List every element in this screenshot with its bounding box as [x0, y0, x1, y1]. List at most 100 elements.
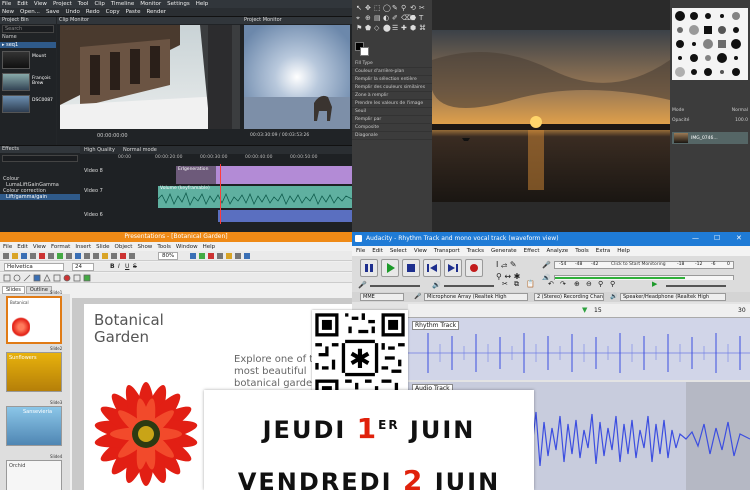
channels-select[interactable]: 2 (Stereo) Recording Chann	[534, 293, 604, 301]
redo-icon[interactable]: ↷	[560, 280, 566, 288]
timeline-ruler[interactable]: ▼ 15 30	[408, 304, 750, 318]
render-button[interactable]: Render	[146, 9, 166, 15]
slide-heading[interactable]: Botanical Garden	[94, 312, 164, 346]
record-meter[interactable]: 🎤 -54 -48 -42 Click to Start Monitoring …	[542, 259, 742, 271]
effect-item-selected[interactable]: Lift/gamma/gain	[0, 194, 80, 200]
zoom-in-icon[interactable]: ⊕	[574, 280, 580, 288]
menu-clip[interactable]: Clip	[94, 1, 104, 7]
timeline-clip[interactable]	[218, 210, 352, 222]
tool-icons-grid[interactable]: ↖ ✥ ⬚ ◯ ✎ ⚲ ⟲ ✂ ⌖ ⊕ ▤ ◐ ✐ ⌫ ⬣ T ⚑ ⬟ ◇ ⬤ ☰ ✚ ⬢ ⌘	[354, 2, 430, 40]
playback-volume-slider[interactable]	[444, 285, 494, 287]
menu-select[interactable]: Select	[390, 248, 407, 254]
tool-option[interactable]: Composite	[352, 124, 432, 132]
tool-option[interactable]: Remplir la sélection entière	[352, 76, 432, 84]
quality-selector[interactable]: High Quality	[84, 147, 115, 153]
project-monitor-video[interactable]	[244, 25, 350, 129]
audio-clip[interactable]: Volume (keyframable)	[158, 186, 352, 208]
menu-slide[interactable]: Slide	[96, 244, 109, 250]
menu-tools[interactable]: Tools	[575, 248, 589, 254]
copy-icon[interactable]: ⧉	[514, 280, 519, 289]
menu-timeline[interactable]: Timeline	[111, 1, 134, 7]
menu-view[interactable]: View	[34, 1, 47, 7]
strikethrough-button[interactable]: S	[133, 263, 137, 270]
host-select[interactable]: MME	[360, 293, 404, 301]
close-icon[interactable]: ✕	[736, 234, 742, 242]
layer-mode-row[interactable]: Mode Normal	[672, 108, 748, 113]
menu-edit[interactable]: Edit	[17, 1, 28, 7]
layer-opacity-row[interactable]: Opacité 100.0	[672, 118, 748, 123]
tool-option[interactable]: Couleur d'arrière-plan	[352, 68, 432, 76]
recording-volume-slider[interactable]	[370, 285, 420, 287]
menu-edit[interactable]: Edit	[17, 244, 28, 250]
fit-project-icon[interactable]: ⚲	[610, 280, 615, 288]
stop-button[interactable]	[402, 259, 420, 277]
play-button[interactable]	[381, 259, 399, 277]
menu-tools[interactable]: Tools	[157, 244, 171, 250]
menu-format[interactable]: Format	[51, 244, 70, 250]
copy-button[interactable]: Copy	[106, 9, 120, 15]
envelope-tool-icon[interactable]: ⥄	[501, 260, 507, 269]
menu-project[interactable]: Project	[53, 1, 72, 7]
tab-outline[interactable]: Outline	[25, 286, 52, 294]
track-label[interactable]: Video 6	[84, 212, 103, 218]
menu-generate[interactable]: Generate	[491, 248, 517, 254]
menu-file[interactable]: File	[3, 244, 12, 250]
skip-end-button[interactable]	[444, 259, 462, 277]
play-at-speed-icon[interactable]: ▶	[652, 280, 657, 288]
tab-slides[interactable]: Slides	[2, 286, 25, 294]
menu-effect[interactable]: Effect	[524, 248, 540, 254]
bin-item[interactable]: Mount	[0, 50, 56, 72]
tool-option[interactable]: Prendre les valeurs de l'image	[352, 100, 432, 108]
skip-start-button[interactable]	[423, 259, 441, 277]
slide-thumbnail[interactable]: Sunflowers	[6, 352, 62, 392]
slide-thumbnail[interactable]: Orchid	[6, 460, 62, 490]
effects-search-input[interactable]	[2, 155, 78, 162]
output-device-select[interactable]: Speaker/Headphone (Realtek High	[620, 293, 726, 301]
timeline-clip[interactable]: Erlgeneration	[176, 166, 352, 184]
mode-selector[interactable]: Normal mode	[123, 147, 157, 153]
menu-file[interactable]: File	[356, 248, 365, 254]
selection-tool-icon[interactable]: I	[496, 260, 498, 269]
play-head-marker-icon[interactable]: ▼	[582, 306, 587, 314]
slide-thumbnail[interactable]: Sansevieria	[6, 406, 62, 446]
paste-button[interactable]: Paste	[126, 9, 141, 15]
record-button[interactable]	[465, 259, 483, 277]
menu-help[interactable]: Help	[203, 244, 216, 250]
bold-button[interactable]: B	[110, 263, 115, 270]
brushes-grid[interactable]	[672, 8, 748, 80]
slide-thumbnail-selected[interactable]: Botanical	[6, 296, 62, 344]
track-label[interactable]: Video 7	[84, 188, 103, 194]
undo-icon[interactable]: ↶	[548, 280, 554, 288]
monitor-hint[interactable]: Click to Start Monitoring	[611, 262, 666, 267]
menu-analyze[interactable]: Analyze	[547, 248, 569, 254]
timeline-ruler[interactable]: 00:00 00:00:20:00 00:00:30:00 00:00:40:0…	[80, 154, 352, 163]
bin-item[interactable]: François Brew	[0, 72, 56, 94]
draw-tool-icon[interactable]: ✎	[510, 260, 517, 269]
fit-selection-icon[interactable]: ⚲	[598, 280, 603, 288]
menu-object[interactable]: Object	[115, 244, 133, 250]
bin-folder[interactable]: ▸ seq1	[0, 42, 56, 48]
pause-button[interactable]	[360, 259, 378, 277]
playhead[interactable]	[220, 164, 221, 224]
play-at-speed-slider[interactable]	[666, 285, 726, 287]
underline-button[interactable]: U	[125, 263, 129, 270]
redo-button[interactable]: Redo	[86, 9, 100, 15]
menu-show[interactable]: Show	[137, 244, 152, 250]
menu-tracks[interactable]: Tracks	[467, 248, 484, 254]
tool-option[interactable]: Diagonale	[352, 132, 432, 140]
menu-help[interactable]: Help	[617, 248, 630, 254]
menu-monitor[interactable]: Monitor	[140, 1, 161, 7]
menu-edit[interactable]: Edit	[372, 248, 383, 254]
menu-view[interactable]: View	[33, 244, 46, 250]
menu-window[interactable]: Window	[176, 244, 198, 250]
clip-monitor-video[interactable]	[60, 25, 240, 129]
menu-file[interactable]: File	[2, 1, 11, 7]
bin-item[interactable]: DSC0087	[0, 94, 56, 116]
track-label[interactable]: Video 8	[84, 168, 103, 174]
menu-view[interactable]: View	[414, 248, 427, 254]
menu-tool[interactable]: Tool	[78, 1, 89, 7]
menu-settings[interactable]: Settings	[167, 1, 190, 7]
minimize-icon[interactable]: —	[692, 234, 699, 242]
font-name-field[interactable]: Helvetica	[4, 263, 64, 271]
menu-extra[interactable]: Extra	[596, 248, 611, 254]
